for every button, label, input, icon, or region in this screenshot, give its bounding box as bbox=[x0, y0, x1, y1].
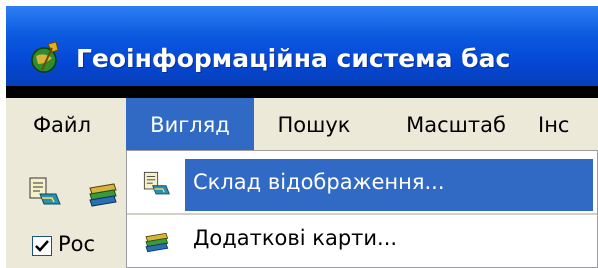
view-menu-dropdown: Склад відображення... Додаткові карти... bbox=[126, 150, 598, 268]
menu-view[interactable]: Вигляд bbox=[126, 98, 254, 152]
menu-item-text: Додаткові карти... bbox=[185, 215, 593, 267]
menu-item-label: Додаткові карти... bbox=[193, 226, 398, 250]
app-window: Геоінформаційна система бас Файл Вигляд … bbox=[6, 6, 598, 268]
title-bar[interactable]: Геоінформаційна система бас bbox=[6, 6, 598, 86]
menu-item-highlight: Склад відображення... bbox=[185, 159, 593, 211]
menu-tools[interactable]: Інс bbox=[538, 98, 598, 152]
menu-item-display-composition[interactable]: Склад відображення... bbox=[127, 159, 598, 211]
layers-composition-icon bbox=[143, 171, 170, 195]
menu-item-additional-maps[interactable]: Додаткові карти... bbox=[127, 215, 598, 267]
window-title: Геоінформаційна система бас bbox=[76, 44, 511, 73]
layer-label: Рос bbox=[58, 232, 96, 256]
menu-scale[interactable]: Масштаб bbox=[386, 98, 526, 152]
menu-bar: Файл Вигляд Пошук Масштаб Інс bbox=[6, 98, 598, 152]
menu-file[interactable]: Файл bbox=[18, 98, 106, 152]
menu-item-label: Склад відображення... bbox=[193, 170, 445, 194]
layers-panel: Рос bbox=[6, 228, 126, 268]
layer-checkbox[interactable] bbox=[32, 236, 52, 256]
additional-maps-icon bbox=[145, 232, 169, 253]
checkmark-icon bbox=[35, 240, 49, 252]
menu-search[interactable]: Пошук bbox=[258, 98, 370, 152]
globe-pin-icon bbox=[31, 41, 59, 73]
layers-composition-icon[interactable] bbox=[26, 174, 62, 210]
additional-maps-icon[interactable] bbox=[84, 174, 120, 210]
